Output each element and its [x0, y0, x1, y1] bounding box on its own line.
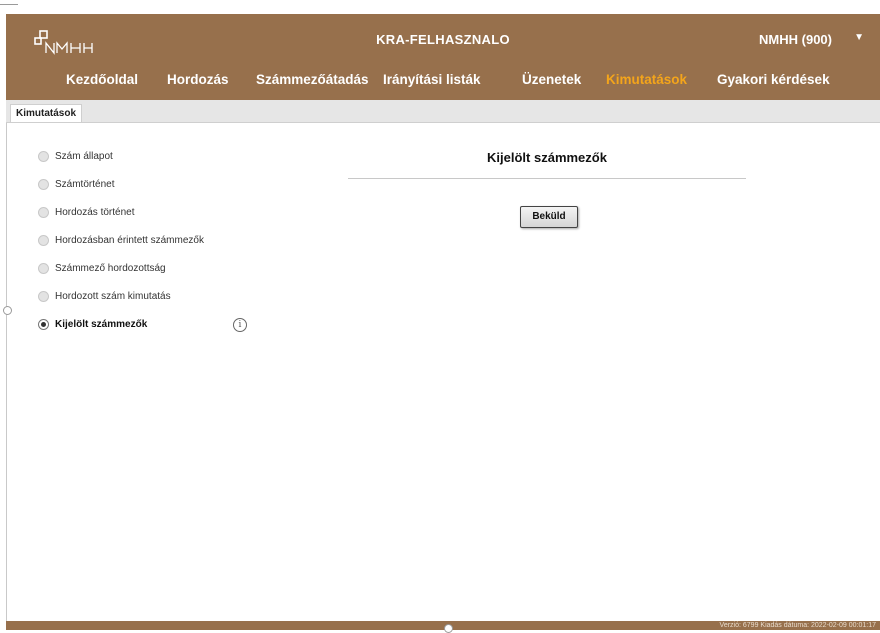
nav-kezdooldal[interactable]: Kezdőoldal — [66, 72, 138, 87]
radio-option-kijelolt-szammezok[interactable]: Kijelölt számmezők — [38, 316, 147, 332]
radio-label: Számmező hordozottság — [55, 262, 166, 274]
window-edge-line — [0, 4, 18, 5]
radio-label: Számtörténet — [55, 178, 115, 190]
caret-down-icon[interactable]: ▼ — [854, 32, 864, 43]
radio-button[interactable] — [38, 234, 49, 246]
title-divider — [348, 178, 746, 179]
version-info: Verzió: 6799 Kiadás dátuma: 2022-02-09 0… — [719, 622, 876, 629]
submit-button[interactable]: Beküld — [520, 206, 578, 228]
app-title: KRA-FELHASZNALO — [376, 32, 510, 47]
radio-label: Hordozott szám kimutatás — [55, 290, 171, 302]
page-title: Kijelölt számmezők — [487, 150, 607, 165]
radio-option-szam-allapot[interactable]: Szám állapot — [38, 148, 113, 164]
tab-bar: Kimutatások — [6, 100, 880, 123]
radio-button[interactable] — [38, 178, 49, 190]
radio-option-hordozasban-erintett[interactable]: Hordozásban érintett számmezők — [38, 232, 204, 248]
nav-gyakori-kerdesek[interactable]: Gyakori kérdések — [717, 72, 830, 87]
nav-kimutatasok[interactable]: Kimutatások — [606, 72, 687, 87]
radio-label: Hordozás történet — [55, 206, 135, 218]
nav-uzenetek[interactable]: Üzenetek — [522, 72, 581, 87]
resize-handle-left[interactable] — [3, 306, 12, 315]
radio-button[interactable] — [38, 290, 49, 302]
footer-bar: Verzió: 6799 Kiadás dátuma: 2022-02-09 0… — [6, 621, 880, 630]
nav-szammezoatadas[interactable]: Számmezőátadás — [256, 72, 369, 87]
radio-option-hordozott-szam-kimutatas[interactable]: Hordozott szám kimutatás — [38, 288, 171, 304]
app-header: KRA-FELHASZNALO NMHH (900) ▼ Kezdőoldal … — [6, 14, 880, 100]
radio-button[interactable] — [38, 206, 49, 218]
main-navigation: Kezdőoldal Hordozás Számmezőátadás Irány… — [6, 72, 880, 92]
user-menu[interactable]: NMHH (900) — [759, 32, 832, 47]
radio-button[interactable] — [38, 150, 49, 162]
radio-button-selected[interactable] — [38, 318, 49, 330]
resize-handle-bottom[interactable] — [444, 624, 453, 633]
info-icon[interactable]: i — [233, 318, 247, 332]
tab-kimutatasok[interactable]: Kimutatások — [10, 104, 83, 122]
radio-button[interactable] — [38, 262, 49, 274]
radio-option-hordozas-tortenet[interactable]: Hordozás történet — [38, 204, 135, 220]
radio-label: Kijelölt számmezők — [55, 318, 148, 330]
nav-hordozas[interactable]: Hordozás — [167, 72, 229, 87]
radio-label: Szám állapot — [55, 150, 113, 162]
radio-option-szammezo-hordozottsag[interactable]: Számmező hordozottság — [38, 260, 166, 276]
radio-label: Hordozásban érintett számmezők — [55, 234, 204, 246]
radio-option-szamtortenet[interactable]: Számtörténet — [38, 176, 114, 192]
nav-iranyitasi-listak[interactable]: Irányítási listák — [383, 72, 481, 87]
